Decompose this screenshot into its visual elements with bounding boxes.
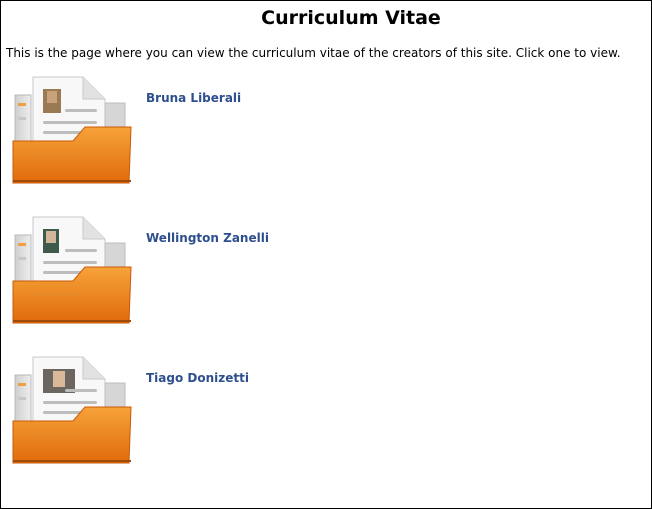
cv-link-tiago-donizetti[interactable]: Tiago Donizetti bbox=[146, 371, 249, 385]
cv-list-item: Bruna Liberali bbox=[9, 73, 369, 189]
page-title: Curriculum Vitae bbox=[261, 7, 441, 29]
cv-list-item: Wellington Zanelli bbox=[9, 213, 369, 329]
cv-link-bruna-liberali[interactable]: Bruna Liberali bbox=[146, 91, 241, 105]
cv-folder-icon[interactable] bbox=[9, 213, 135, 329]
cv-list-item: Tiago Donizetti bbox=[9, 353, 369, 469]
cv-folder-icon[interactable] bbox=[9, 73, 135, 189]
cv-folder-icon[interactable] bbox=[9, 353, 135, 469]
cv-link-wellington-zanelli[interactable]: Wellington Zanelli bbox=[146, 231, 269, 245]
page-frame: Curriculum Vitae This is the page where … bbox=[0, 0, 652, 509]
intro-text: This is the page where you can view the … bbox=[6, 46, 621, 60]
